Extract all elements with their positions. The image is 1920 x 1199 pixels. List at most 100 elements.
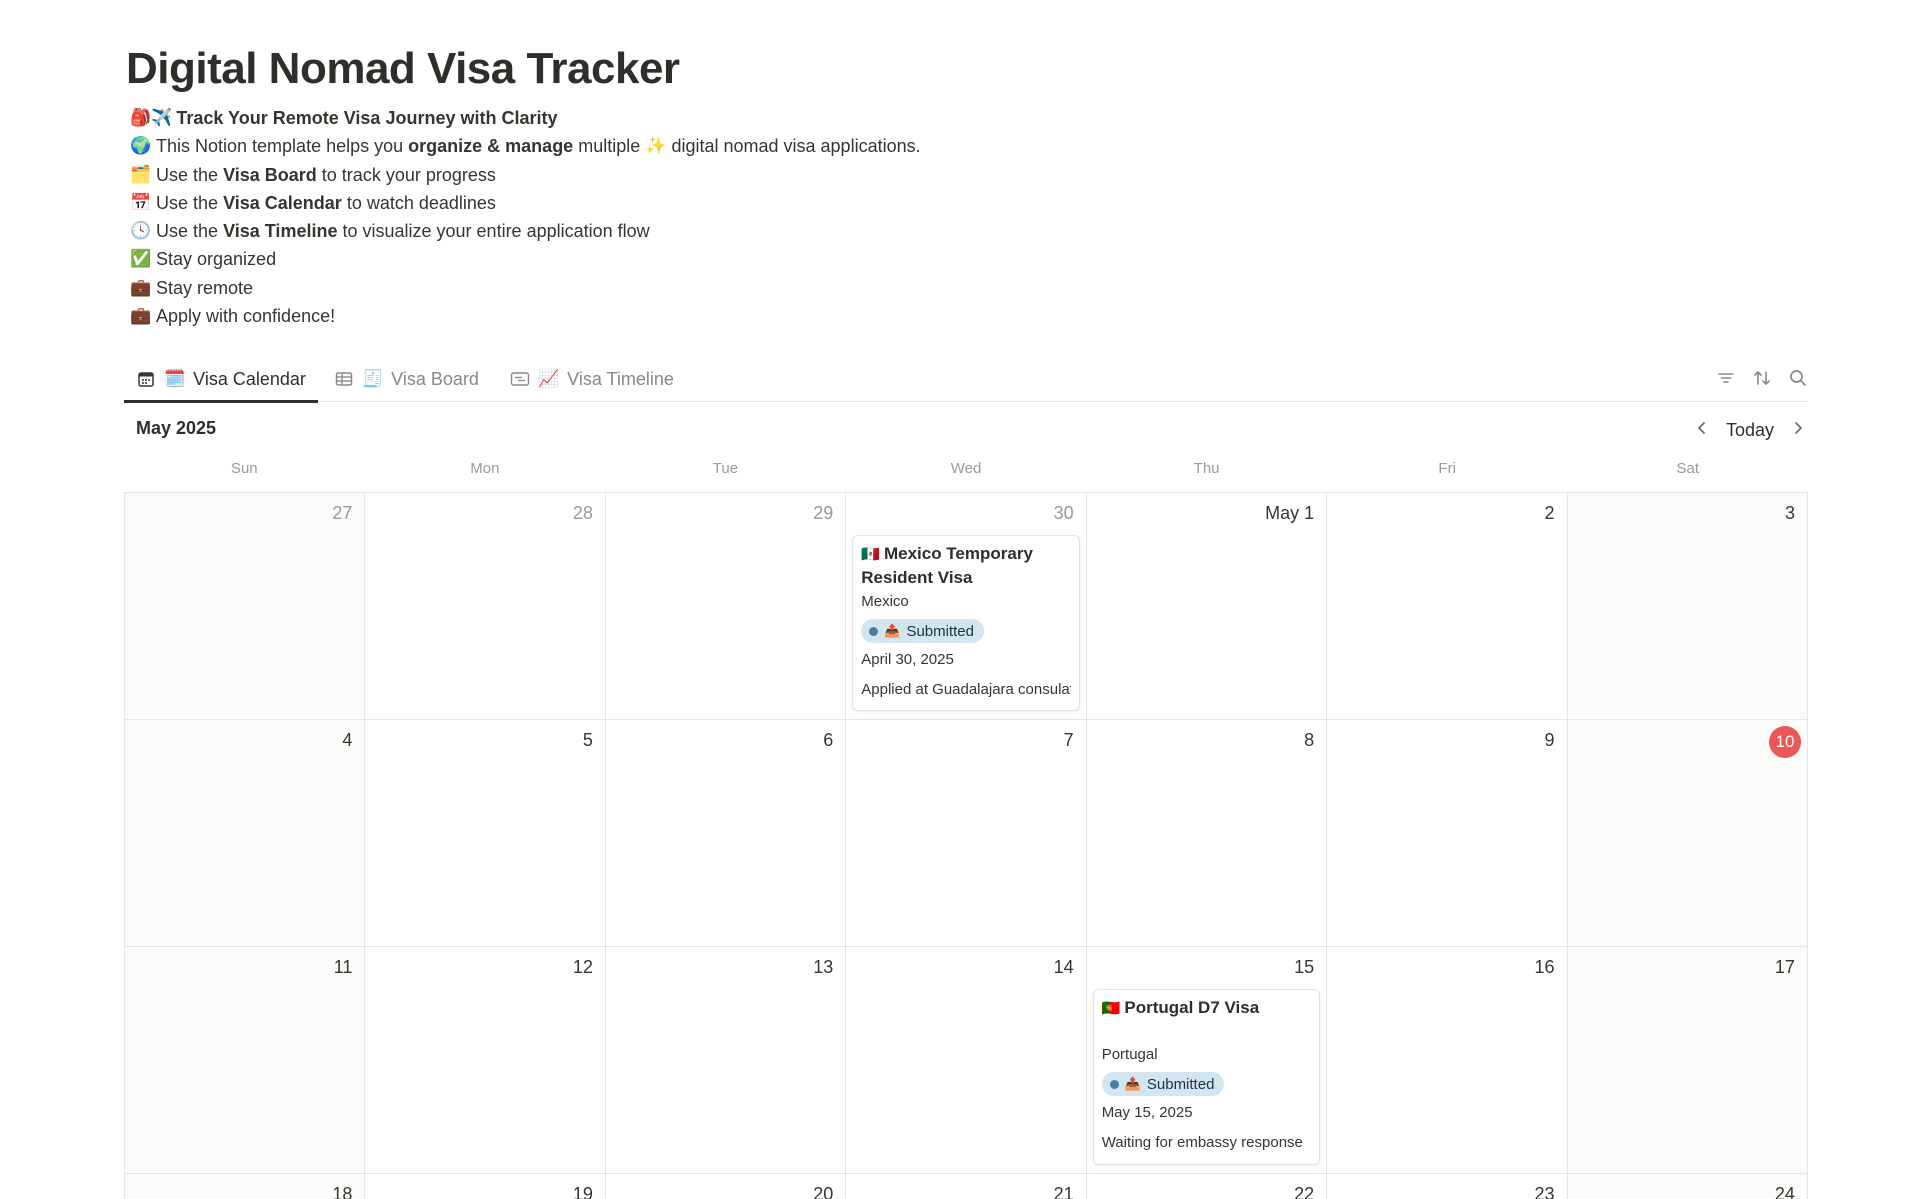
today-date-badge: 10 bbox=[1768, 726, 1801, 758]
calendar-day-cell[interactable]: 2 bbox=[1327, 493, 1568, 720]
day-number: 29 bbox=[813, 503, 834, 523]
calendar-day-cell[interactable]: 24 bbox=[1567, 1174, 1808, 1199]
calendar-day-cell[interactable]: 19 bbox=[365, 1174, 606, 1199]
calendar-day-cell[interactable]: 22 bbox=[1087, 1174, 1328, 1199]
event-card-portugal[interactable]: 🇵🇹 Portugal D7 Visa Portugal 📤 Submitted M… bbox=[1092, 989, 1321, 1165]
day-number: 17 bbox=[1774, 957, 1795, 977]
calendar-day-cell[interactable]: 27 bbox=[125, 493, 366, 720]
day-number: 2 bbox=[1544, 503, 1555, 523]
search-icon[interactable] bbox=[1786, 366, 1810, 390]
calendar-day-cell[interactable]: 13 bbox=[605, 947, 847, 1174]
previous-month-button[interactable] bbox=[1690, 416, 1714, 444]
calendar-day-cell[interactable]: 7 bbox=[846, 720, 1087, 947]
day-number: 14 bbox=[1053, 957, 1074, 977]
timeline-icon bbox=[510, 369, 530, 389]
tab-label: Visa Calendar bbox=[193, 368, 306, 389]
calendar-day-cell[interactable]: 14 bbox=[846, 947, 1087, 1174]
backpack-plane-emoji: 🎒✈️ bbox=[130, 108, 173, 128]
table-icon bbox=[334, 369, 354, 389]
status-dot bbox=[1109, 1079, 1119, 1089]
day-number: 21 bbox=[1053, 1184, 1074, 1199]
day-number: 22 bbox=[1294, 1184, 1315, 1199]
intro-text-segment: Use the bbox=[156, 164, 219, 185]
calendar-day-cell[interactable]: 23 bbox=[1327, 1174, 1568, 1199]
day-number: 13 bbox=[813, 957, 834, 977]
today-button[interactable]: Today bbox=[1720, 416, 1780, 444]
calendar-day-cell[interactable]: 15 🇵🇹 Portugal D7 Visa Portugal 📤 Submitte… bbox=[1086, 947, 1328, 1174]
calendar-day-cell[interactable]: 4 bbox=[125, 720, 366, 947]
view-tabs: 🗓️ Visa Calendar 🧾 Visa Board 📈 Visa Tim… bbox=[124, 356, 1808, 403]
calendar-day-cell[interactable]: 20 bbox=[606, 1174, 847, 1199]
calendar-day-cell[interactable]: 30 🇲🇽 Mexico Temporary Resident Visa Mexi… bbox=[846, 493, 1087, 720]
weekday-label: Thu bbox=[1193, 460, 1220, 477]
status-label: Submitted bbox=[1146, 1075, 1215, 1093]
day-number: 3 bbox=[1784, 503, 1795, 523]
day-number: 15 bbox=[1294, 957, 1315, 977]
calendar-day-cell[interactable]: 5 bbox=[365, 720, 606, 947]
calendar-day-cell[interactable]: 29 bbox=[605, 493, 847, 720]
calendar-day-cell[interactable]: 12 bbox=[365, 947, 606, 1174]
weekday-label: Fri bbox=[1438, 460, 1456, 477]
tab-label: Visa Timeline bbox=[567, 368, 674, 389]
calendar-week: 11 12 13 14 15 🇵🇹 Portugal D7 Visa Portug… bbox=[125, 947, 1808, 1174]
clock-emoji: 🕓 bbox=[130, 221, 152, 242]
intro-text-segment: multiple bbox=[578, 136, 641, 157]
calendar-day-cell[interactable]: 28 bbox=[365, 493, 606, 720]
receipt-emoji: 🧾 bbox=[362, 369, 384, 389]
day-number: 19 bbox=[572, 1184, 593, 1199]
day-number: 12 bbox=[572, 957, 593, 977]
event-title: 🇵🇹 Portugal D7 Visa bbox=[1102, 996, 1311, 1042]
intro-text-segment: Use the bbox=[156, 221, 219, 242]
weekday-label: Tue bbox=[712, 460, 739, 477]
tab-visa-timeline[interactable]: 📈 Visa Timeline bbox=[510, 356, 674, 402]
weekday-label: Wed bbox=[950, 460, 982, 477]
day-number: 7 bbox=[1063, 730, 1074, 750]
status-badge: 📤 Submitted bbox=[1101, 1072, 1225, 1096]
calendar-day-cell[interactable]: May 1 bbox=[1086, 493, 1328, 720]
calendar-week: 27 28 29 30 🇲🇽 Mexico Temporary Resident … bbox=[125, 493, 1808, 720]
intro-heading: Track Your Remote Visa Journey with Clar… bbox=[176, 108, 558, 128]
calendar-day-cell[interactable]: 3 bbox=[1567, 493, 1808, 720]
next-month-button[interactable] bbox=[1786, 416, 1810, 444]
tab-visa-board[interactable]: 🧾 Visa Board bbox=[334, 356, 479, 402]
event-card-mexico[interactable]: 🇲🇽 Mexico Temporary Resident Visa Mexico … bbox=[852, 535, 1080, 711]
sparkles-emoji: ✨ bbox=[645, 136, 667, 157]
spiral-calendar-emoji: 🗓️ bbox=[164, 369, 186, 389]
outbox-tray-emoji: 📤 bbox=[1124, 1076, 1141, 1092]
intro-text-segment: to watch deadlines bbox=[346, 192, 496, 213]
intro-line-5: 🕓 Use the Visa Timeline to visualize you… bbox=[130, 217, 1330, 245]
intro-text-segment: Stay remote bbox=[156, 277, 254, 298]
outbox-tray-emoji: 📤 bbox=[884, 623, 901, 639]
notion-page: Digital Nomad Visa Tracker 🎒✈️ Track You… bbox=[0, 0, 1920, 1199]
calendar-day-cell[interactable]: 17 bbox=[1567, 947, 1808, 1174]
day-number: 8 bbox=[1304, 730, 1315, 750]
tab-visa-calendar[interactable]: 🗓️ Visa Calendar bbox=[124, 356, 318, 403]
intro-bold-segment: Visa Calendar bbox=[223, 192, 342, 213]
day-number: 28 bbox=[572, 503, 593, 523]
globe-emoji: 🌍 bbox=[130, 136, 152, 157]
calendar-emoji: 📅 bbox=[130, 192, 152, 213]
calendar-day-cell[interactable]: 10 bbox=[1567, 720, 1808, 947]
calendar-day-cell[interactable]: 16 bbox=[1327, 947, 1568, 1174]
calendar-day-cell[interactable]: 6 bbox=[605, 720, 847, 947]
calendar-day-cell[interactable]: 11 bbox=[125, 947, 366, 1174]
chart-increasing-emoji: 📈 bbox=[538, 369, 560, 389]
day-number: 30 bbox=[1053, 503, 1074, 523]
calendar-day-cell[interactable]: 21 bbox=[846, 1174, 1087, 1199]
event-note: Applied at Guadalajara consulate bbox=[861, 681, 1071, 698]
intro-line-4: 📅 Use the Visa Calendar to watch deadlin… bbox=[130, 189, 1330, 217]
calendar-day-cell[interactable]: 9 bbox=[1327, 720, 1568, 947]
filter-icon[interactable] bbox=[1714, 366, 1738, 390]
calendar-day-cell[interactable]: 18 bbox=[125, 1174, 366, 1199]
weekday-header: Sun Mon Tue Wed Thu Fri Sat bbox=[124, 460, 1808, 484]
intro-bold-segment: Visa Board bbox=[223, 164, 317, 185]
weekday-label: Sat bbox=[1676, 460, 1700, 477]
day-number: 9 bbox=[1544, 730, 1555, 750]
sort-icon[interactable] bbox=[1750, 366, 1774, 390]
event-title-text: Mexico Temporary Resident Visa bbox=[861, 544, 1033, 587]
intro-line-8: 💼 Apply with confidence! bbox=[130, 302, 1330, 330]
day-number: 23 bbox=[1534, 1184, 1555, 1199]
event-title: 🇲🇽 Mexico Temporary Resident Visa bbox=[861, 542, 1070, 589]
intro-line-3: 🗂️ Use the Visa Board to track your prog… bbox=[130, 161, 1330, 189]
calendar-day-cell[interactable]: 8 bbox=[1086, 720, 1328, 947]
